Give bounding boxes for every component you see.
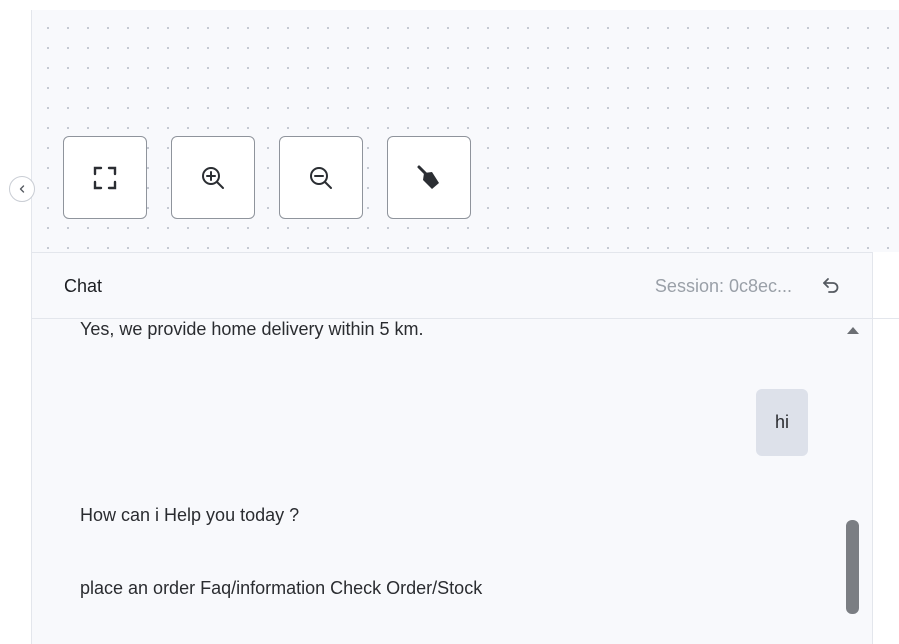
scrollbar-thumb[interactable]	[846, 520, 859, 614]
expand-corners-icon	[93, 166, 117, 189]
clean-button[interactable]	[387, 136, 471, 219]
right-divider	[873, 318, 899, 319]
bot-message: How can i Help you today ?	[80, 505, 300, 525]
zoom-out-button[interactable]	[279, 136, 363, 219]
left-gutter	[0, 0, 31, 644]
message-list[interactable]: Yes, we provide home delivery within 5 k…	[32, 319, 842, 644]
app-root: Chat Session: 0c8ec... Yes, we provide h…	[0, 0, 899, 644]
chat-header: Chat Session: 0c8ec...	[32, 253, 872, 319]
collapse-sidebar-button[interactable]	[9, 176, 35, 202]
chevron-left-icon	[19, 185, 25, 193]
chat-panel: Chat Session: 0c8ec... Yes, we provide h…	[32, 252, 873, 644]
reset-session-button[interactable]	[820, 275, 842, 297]
chat-title: Chat	[64, 276, 103, 296]
zoom-in-button[interactable]	[171, 136, 255, 219]
undo-arrow-icon	[823, 278, 839, 293]
zoom-in-icon	[202, 166, 224, 189]
bot-message: place an order Faq/information Check Ord…	[80, 578, 483, 598]
fit-view-button[interactable]	[63, 136, 147, 219]
user-message: hi	[756, 389, 808, 456]
broom-icon	[417, 165, 439, 189]
session-label: Session: 0c8ec...	[654, 276, 792, 296]
scroll-up-arrow[interactable]	[847, 327, 859, 334]
bot-message: Yes, we provide home delivery within 5 k…	[80, 319, 424, 339]
right-gutter	[873, 252, 899, 644]
zoom-out-icon	[310, 166, 332, 189]
